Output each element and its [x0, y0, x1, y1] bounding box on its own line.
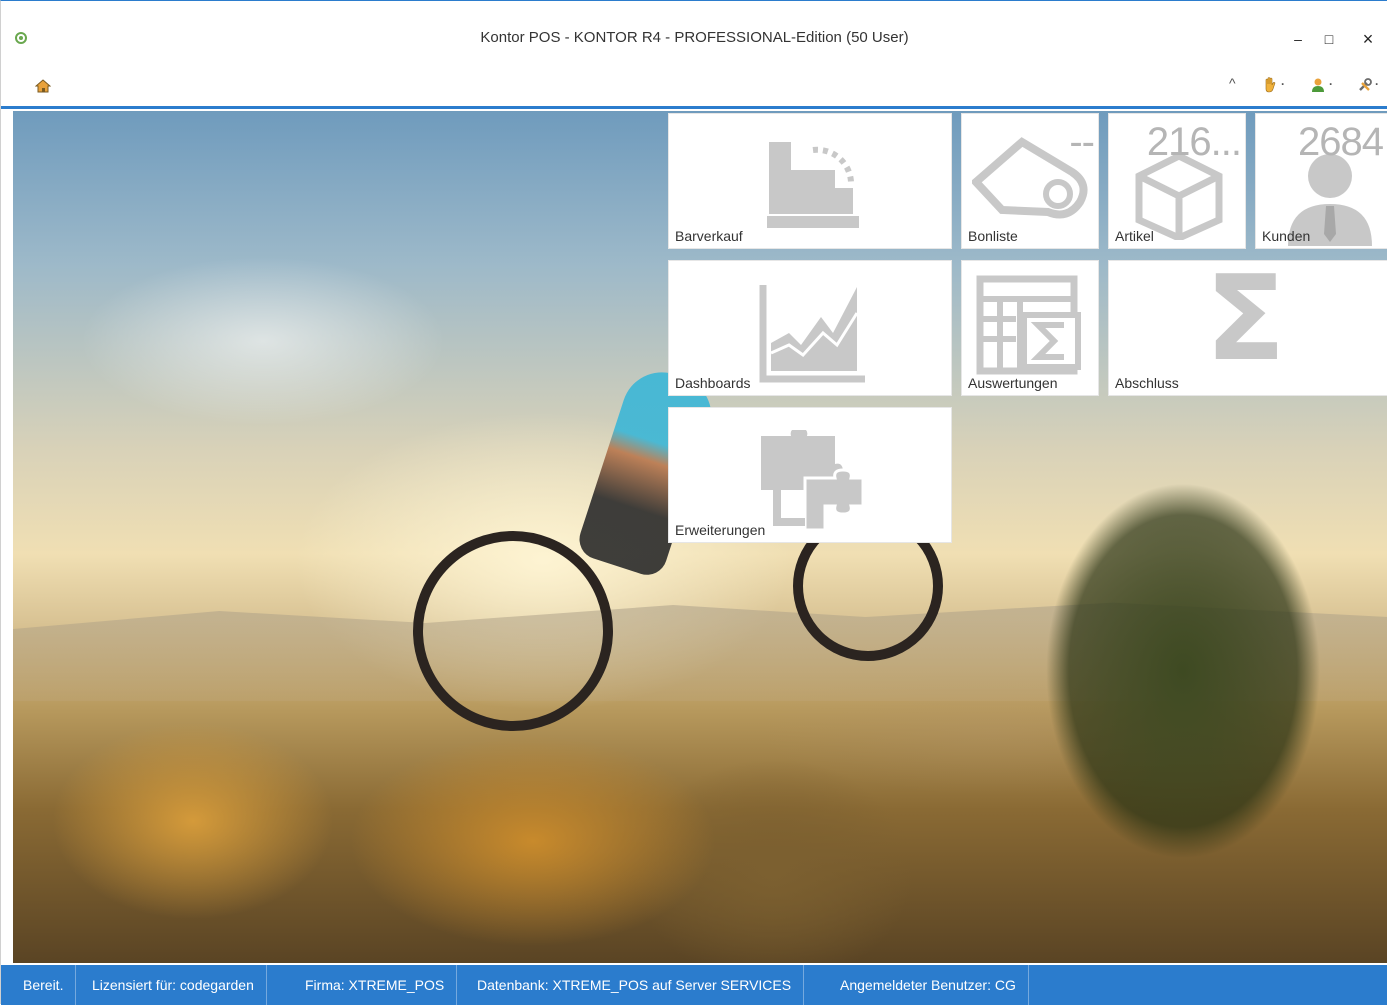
- hand-icon[interactable]: [1263, 77, 1277, 95]
- tile-label: Erweiterungen: [675, 522, 766, 538]
- tile-label: Auswertungen: [968, 375, 1058, 391]
- tile-bonliste[interactable]: -- Bonliste: [961, 113, 1099, 249]
- tile-label: Kunden: [1262, 228, 1311, 244]
- tile-label: Abschluss: [1115, 375, 1179, 391]
- status-bar: Bereit. Lizensiert für: codegarden Firma…: [1, 965, 1387, 1005]
- tile-abschluss[interactable]: Σ Abschluss: [1108, 249, 1387, 396]
- close-button[interactable]: ×: [1353, 27, 1383, 51]
- minimize-button[interactable]: –: [1283, 27, 1313, 51]
- tile-barverkauf[interactable]: Barverkauf: [668, 113, 952, 249]
- tile-label: Artikel: [1115, 228, 1154, 244]
- tools-dropdown[interactable]: ·: [1375, 77, 1379, 95]
- background-tree: [973, 401, 1387, 961]
- tile-artikel[interactable]: 216... Artikel: [1108, 113, 1246, 249]
- status-database: Datenbank: XTREME_POS auf Server SERVICE…: [465, 965, 805, 1005]
- tile-label: Dashboards: [675, 375, 751, 391]
- tools-icon[interactable]: [1357, 77, 1373, 95]
- tile-kunden[interactable]: 2684 Kunden: [1255, 113, 1387, 249]
- tile-label: Bonliste: [968, 228, 1018, 244]
- tile-erweiterungen[interactable]: Erweiterungen: [668, 407, 952, 543]
- sigma-icon: Σ: [1205, 249, 1286, 387]
- status-user: Angemeldeter Benutzer: CG: [828, 965, 1029, 1005]
- status-company: Firma: XTREME_POS: [293, 965, 458, 1005]
- hand-dropdown[interactable]: ·: [1281, 77, 1285, 95]
- tile-count: --: [1069, 120, 1095, 164]
- desktop-background: Barverkauf -- Bonliste 216... Artikel 26…: [13, 111, 1387, 963]
- tile-count: 216...: [1146, 120, 1242, 164]
- maximize-button[interactable]: □: [1314, 27, 1344, 51]
- user-dropdown[interactable]: ·: [1329, 77, 1333, 95]
- title-bar[interactable]: Kontor POS - KONTOR R4 - PROFESSIONAL-Ed…: [1, 1, 1387, 63]
- status-license: Lizensiert für: codegarden: [80, 965, 267, 1005]
- window-title: Kontor POS - KONTOR R4 - PROFESSIONAL-Ed…: [480, 29, 909, 46]
- bike-rear-wheel: [413, 531, 613, 731]
- collapse-ribbon-button[interactable]: ^: [1229, 75, 1236, 93]
- user-icon[interactable]: [1311, 77, 1325, 95]
- home-icon[interactable]: [35, 79, 51, 93]
- status-ready: Bereit.: [11, 965, 77, 1005]
- area-chart-icon: [759, 285, 865, 383]
- tile-count: 2684: [1298, 120, 1384, 164]
- ribbon-toolbar: ^ · · ·: [1, 63, 1387, 109]
- report-sum-icon: [976, 275, 1081, 375]
- tile-dashboards[interactable]: Dashboards: [668, 260, 952, 396]
- tile-auswertungen[interactable]: Auswertungen: [961, 260, 1099, 396]
- tile-label: Barverkauf: [675, 228, 743, 244]
- cash-register-icon: [767, 142, 859, 228]
- puzzle-icon: [761, 430, 865, 530]
- app-window: Kontor POS - KONTOR R4 - PROFESSIONAL-Ed…: [0, 0, 1387, 1005]
